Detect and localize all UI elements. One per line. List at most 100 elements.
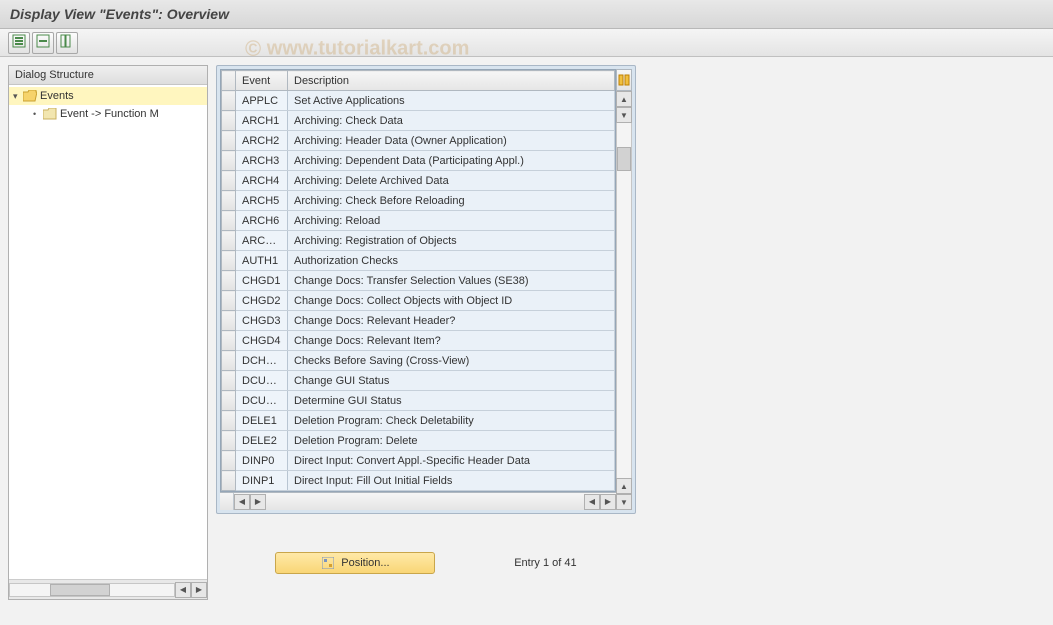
table-vscrollbar[interactable]: ▲ ▼ ▲ ▼ xyxy=(616,69,632,510)
tree-node-event-function[interactable]: • Event -> Function M xyxy=(9,105,207,123)
row-selector[interactable] xyxy=(222,171,236,191)
cell-event-code[interactable]: DCUAC xyxy=(236,371,288,391)
cell-event-code[interactable]: DCHCK xyxy=(236,351,288,371)
table-row[interactable]: ARCH6Archiving: Reload xyxy=(222,211,615,231)
toolbar-columns[interactable] xyxy=(56,32,78,54)
table-row[interactable]: DELE1Deletion Program: Check Deletabilit… xyxy=(222,411,615,431)
col-header-event[interactable]: Event xyxy=(236,71,288,91)
row-selector[interactable] xyxy=(222,271,236,291)
cell-event-code[interactable]: CHGD2 xyxy=(236,291,288,311)
row-selector[interactable] xyxy=(222,111,236,131)
cell-event-description[interactable]: Determine GUI Status xyxy=(288,391,615,411)
table-row[interactable]: ARCHRArchiving: Registration of Objects xyxy=(222,231,615,251)
scroll-up-icon[interactable]: ▲ xyxy=(616,91,632,107)
table-row[interactable]: CHGD1Change Docs: Transfer Selection Val… xyxy=(222,271,615,291)
row-selector[interactable] xyxy=(222,331,236,351)
row-selector[interactable] xyxy=(222,371,236,391)
cell-event-code[interactable]: ARCH6 xyxy=(236,211,288,231)
table-row[interactable]: DCUACChange GUI Status xyxy=(222,371,615,391)
row-selector[interactable] xyxy=(222,471,236,491)
scroll-left-icon[interactable]: ◀ xyxy=(234,494,250,510)
row-selector[interactable] xyxy=(222,151,236,171)
cell-event-description[interactable]: Archiving: Registration of Objects xyxy=(288,231,615,251)
table-row[interactable]: DINP0Direct Input: Convert Appl.-Specifi… xyxy=(222,451,615,471)
scroll-down-icon[interactable]: ▼ xyxy=(616,494,632,510)
table-row[interactable]: CHGD2Change Docs: Collect Objects with O… xyxy=(222,291,615,311)
cell-event-description[interactable]: Set Active Applications xyxy=(288,91,615,111)
table-row[interactable]: APPLCSet Active Applications xyxy=(222,91,615,111)
tree-toggle-icon[interactable]: ▾ xyxy=(13,91,23,102)
row-selector-header[interactable] xyxy=(222,71,236,91)
cell-event-description[interactable]: Change Docs: Relevant Header? xyxy=(288,311,615,331)
scroll-left-icon[interactable]: ◀ xyxy=(584,494,600,510)
scroll-right-icon[interactable]: ▶ xyxy=(191,582,207,598)
cell-event-code[interactable]: DINP1 xyxy=(236,471,288,491)
cell-event-description[interactable]: Checks Before Saving (Cross-View) xyxy=(288,351,615,371)
cell-event-code[interactable]: DCUAD xyxy=(236,391,288,411)
cell-event-description[interactable]: Direct Input: Convert Appl.-Specific Hea… xyxy=(288,451,615,471)
cell-event-code[interactable]: CHGD4 xyxy=(236,331,288,351)
cell-event-description[interactable]: Archiving: Check Data xyxy=(288,111,615,131)
cell-event-description[interactable]: Deletion Program: Delete xyxy=(288,431,615,451)
table-row[interactable]: CHGD4Change Docs: Relevant Item? xyxy=(222,331,615,351)
cell-event-code[interactable]: ARCH2 xyxy=(236,131,288,151)
cell-event-code[interactable]: APPLC xyxy=(236,91,288,111)
position-button[interactable]: Position... xyxy=(275,552,435,574)
cell-event-description[interactable]: Archiving: Reload xyxy=(288,211,615,231)
table-row[interactable]: AUTH1Authorization Checks xyxy=(222,251,615,271)
cell-event-description[interactable]: Change Docs: Relevant Item? xyxy=(288,331,615,351)
toolbar-expand-all[interactable] xyxy=(8,32,30,54)
row-selector[interactable] xyxy=(222,251,236,271)
row-selector[interactable] xyxy=(222,311,236,331)
cell-event-description[interactable]: Change Docs: Collect Objects with Object… xyxy=(288,291,615,311)
cell-event-code[interactable]: ARCH1 xyxy=(236,111,288,131)
row-selector[interactable] xyxy=(222,291,236,311)
row-selector[interactable] xyxy=(222,391,236,411)
cell-event-code[interactable]: DINP0 xyxy=(236,451,288,471)
row-selector[interactable] xyxy=(222,451,236,471)
row-selector[interactable] xyxy=(222,411,236,431)
scrollbar-thumb[interactable] xyxy=(50,584,110,596)
table-row[interactable]: ARCH3Archiving: Dependent Data (Particip… xyxy=(222,151,615,171)
cell-event-code[interactable]: AUTH1 xyxy=(236,251,288,271)
col-header-description[interactable]: Description xyxy=(288,71,615,91)
cell-event-description[interactable]: Direct Input: Fill Out Initial Fields xyxy=(288,471,615,491)
row-selector[interactable] xyxy=(222,211,236,231)
row-selector[interactable] xyxy=(222,431,236,451)
scroll-right-icon[interactable]: ▶ xyxy=(250,494,266,510)
cell-event-description[interactable]: Archiving: Delete Archived Data xyxy=(288,171,615,191)
cell-event-description[interactable]: Authorization Checks xyxy=(288,251,615,271)
row-selector[interactable] xyxy=(222,351,236,371)
cell-event-code[interactable]: DELE1 xyxy=(236,411,288,431)
scrollbar-track[interactable] xyxy=(616,123,632,478)
row-selector[interactable] xyxy=(222,231,236,251)
table-row[interactable]: DCUADDetermine GUI Status xyxy=(222,391,615,411)
table-row[interactable]: ARCH1Archiving: Check Data xyxy=(222,111,615,131)
table-row[interactable]: ARCH2Archiving: Header Data (Owner Appli… xyxy=(222,131,615,151)
cell-event-code[interactable]: CHGD3 xyxy=(236,311,288,331)
scroll-up-icon[interactable]: ▲ xyxy=(616,478,632,494)
table-row[interactable]: DELE2Deletion Program: Delete xyxy=(222,431,615,451)
table-row[interactable]: CHGD3Change Docs: Relevant Header? xyxy=(222,311,615,331)
cell-event-code[interactable]: ARCH4 xyxy=(236,171,288,191)
cell-event-description[interactable]: Archiving: Dependent Data (Participating… xyxy=(288,151,615,171)
table-hscrollbar[interactable]: ◀ ▶ ◀ ▶ xyxy=(220,492,616,510)
row-selector[interactable] xyxy=(222,131,236,151)
cell-event-description[interactable]: Change GUI Status xyxy=(288,371,615,391)
table-row[interactable]: ARCH5Archiving: Check Before Reloading xyxy=(222,191,615,211)
cell-event-description[interactable]: Change Docs: Transfer Selection Values (… xyxy=(288,271,615,291)
scroll-right-icon[interactable]: ▶ xyxy=(600,494,616,510)
table-row[interactable]: ARCH4Archiving: Delete Archived Data xyxy=(222,171,615,191)
scrollbar-track[interactable] xyxy=(9,583,175,597)
table-row[interactable]: DCHCKChecks Before Saving (Cross-View) xyxy=(222,351,615,371)
cell-event-code[interactable]: CHGD1 xyxy=(236,271,288,291)
tree-node-events[interactable]: ▾ Events xyxy=(9,87,207,105)
cell-event-description[interactable]: Archiving: Header Data (Owner Applicatio… xyxy=(288,131,615,151)
scroll-down-icon[interactable]: ▼ xyxy=(616,107,632,123)
cell-event-description[interactable]: Deletion Program: Check Deletability xyxy=(288,411,615,431)
table-settings-icon[interactable] xyxy=(616,69,632,91)
tree-hscrollbar[interactable]: ◀ ▶ xyxy=(9,579,207,599)
scrollbar-thumb[interactable] xyxy=(617,147,631,171)
table-row[interactable]: DINP1Direct Input: Fill Out Initial Fiel… xyxy=(222,471,615,491)
row-selector[interactable] xyxy=(222,191,236,211)
